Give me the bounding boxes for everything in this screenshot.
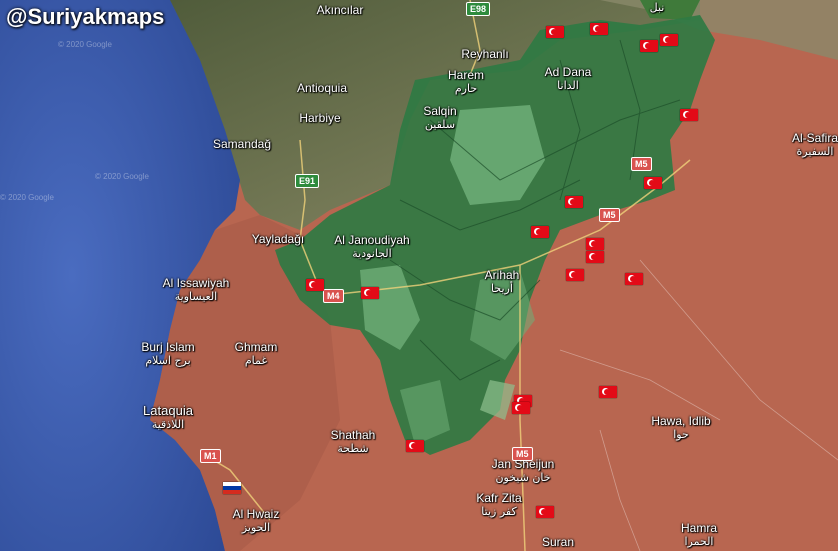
- place-label-arihah[interactable]: Arihah أريحا: [485, 268, 520, 296]
- turkey-flag-marker[interactable]: [565, 196, 583, 208]
- turkey-flag-marker[interactable]: [546, 26, 564, 38]
- road-shield-m4: M4: [323, 289, 344, 303]
- turkey-flag-marker[interactable]: [406, 440, 424, 452]
- place-label-top-right[interactable]: نبل: [650, 1, 665, 15]
- turkey-flag-marker[interactable]: [531, 226, 549, 238]
- place-label-suran[interactable]: Suran: [542, 535, 574, 549]
- road-shield-m5: M5: [512, 447, 533, 461]
- map-credit: © 2020 Google: [58, 40, 112, 49]
- place-label-al-hwaiz[interactable]: Al Hwaiz الحويز: [233, 507, 280, 535]
- turkey-flag-marker[interactable]: [586, 251, 604, 263]
- map-credit: © 2020 Google: [0, 193, 54, 202]
- place-label-samandag[interactable]: Samandağ: [213, 137, 271, 151]
- turkey-flag-marker[interactable]: [361, 287, 379, 299]
- place-label-burj-islam[interactable]: Burj Islam برج اسلام: [141, 340, 194, 368]
- map-credit: © 2020 Google: [95, 172, 149, 181]
- map-canvas[interactable]: © 2020 Google © 2020 Google © 2020 Googl…: [0, 0, 838, 551]
- turkey-flag-marker[interactable]: [644, 177, 662, 189]
- place-label-ghmam[interactable]: Ghmam غمام: [235, 340, 278, 368]
- place-label-al-safira[interactable]: Al-Safira السفيرة: [792, 131, 838, 159]
- road-shield-e98: E98: [466, 2, 491, 16]
- turkey-flag-marker[interactable]: [306, 279, 324, 291]
- russia-flag-marker[interactable]: [223, 482, 241, 494]
- place-label-jan-sheijun[interactable]: Jan Sheijun خان شيخون: [492, 457, 555, 485]
- place-label-hamra[interactable]: Hamra الحمرا: [681, 521, 717, 549]
- turkey-flag-marker[interactable]: [512, 402, 530, 414]
- turkey-flag-marker[interactable]: [536, 506, 554, 518]
- turkey-flag-marker[interactable]: [660, 34, 678, 46]
- place-label-ad-dana[interactable]: Ad Dana الدانا: [545, 65, 592, 93]
- place-label-lataquia[interactable]: Lataquia اللاذقية: [143, 404, 193, 432]
- road-shield-e91: E91: [295, 174, 320, 188]
- turkey-flag-marker[interactable]: [590, 23, 608, 35]
- turkey-flag-marker[interactable]: [566, 269, 584, 281]
- place-label-al-janoudiyah[interactable]: Al Janoudiyah الجانودية: [334, 233, 409, 261]
- place-label-shathah[interactable]: Shathah شطحة: [331, 428, 376, 456]
- place-label-al-issawiyah[interactable]: Al Issawiyah العيساوية: [163, 276, 230, 304]
- place-label-kafr-zita[interactable]: Kafr Zita كفر زيتا: [476, 491, 521, 519]
- turkey-flag-marker[interactable]: [680, 109, 698, 121]
- place-label-salqin[interactable]: Salqin سلقين: [423, 104, 456, 132]
- road-shield-m5: M5: [599, 208, 620, 222]
- watermark: @Suriyakmaps: [6, 4, 165, 29]
- turkey-flag-marker[interactable]: [586, 238, 604, 250]
- place-label-yayladagi[interactable]: Yayladağı: [252, 232, 304, 246]
- turkey-flag-marker[interactable]: [599, 386, 617, 398]
- road-shield-m1: M1: [200, 449, 221, 463]
- place-label-harem[interactable]: Harem حارم: [448, 68, 484, 96]
- turkey-flag-marker[interactable]: [640, 40, 658, 52]
- map-base-layer: [0, 0, 838, 551]
- place-label-akincilar[interactable]: Akıncılar: [317, 3, 364, 17]
- place-label-hawa-idlib[interactable]: Hawa, Idlib حوا: [651, 414, 710, 442]
- place-label-antioquia[interactable]: Antioquia: [297, 81, 347, 95]
- place-label-reyhanli[interactable]: Reyhanlı: [461, 47, 508, 61]
- road-shield-m5: M5: [631, 157, 652, 171]
- turkey-flag-marker[interactable]: [625, 273, 643, 285]
- place-label-harbiye[interactable]: Harbiye: [299, 111, 340, 125]
